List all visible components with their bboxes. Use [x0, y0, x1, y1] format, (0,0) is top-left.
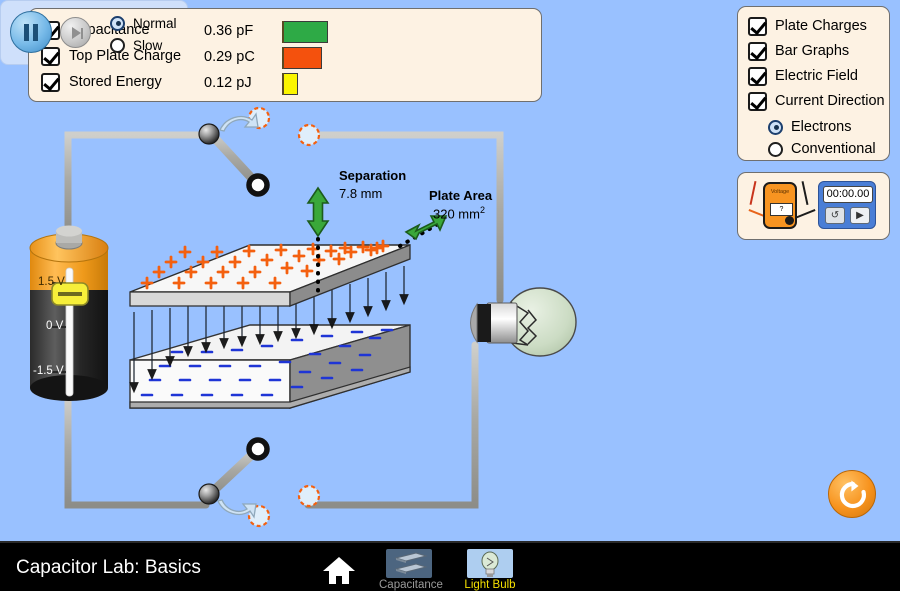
meters-panel: Capacitance 0.36 pF Top Plate Charge 0.2…: [28, 8, 542, 102]
checkbox-bar-graphs[interactable]: Bar Graphs: [748, 40, 849, 62]
separation-arrow: [306, 186, 330, 238]
bar-graphs-label: Bar Graphs: [775, 43, 850, 59]
checkbox-checked-icon: [748, 41, 767, 61]
top-plate-charge-bar-track: [282, 47, 402, 69]
speed-normal-label: Normal: [133, 15, 177, 31]
view-controls-panel: Plate Charges Bar Graphs Electric Field …: [737, 6, 890, 161]
radio-speed-slow[interactable]: Slow: [110, 35, 162, 55]
home-button[interactable]: [322, 555, 356, 585]
top-plate-charge-bar: [284, 47, 322, 69]
tab-capacitance[interactable]: Capacitance: [379, 549, 443, 591]
electric-field-label: Electric Field: [775, 68, 858, 84]
voltmeter-tool[interactable]: Voltage ?: [738, 173, 816, 239]
top-plate-charge-checkbox[interactable]: [41, 46, 60, 66]
pause-icon: [24, 23, 38, 41]
stored-energy-value: 0.12 pJ: [204, 75, 252, 91]
capacitor: [129, 239, 411, 409]
tab-lightbulb-label: Light Bulb: [464, 579, 516, 591]
voltmeter-black-lead-icon: [794, 208, 816, 220]
stopwatch-display: 00:00.00: [823, 186, 873, 203]
stopwatch-reset-button[interactable]: ↺: [825, 207, 845, 224]
plate-area-label: Plate Area: [429, 188, 493, 203]
plate-area-number: 320 mm: [433, 206, 480, 222]
stored-energy-label: Stored Energy: [69, 74, 162, 90]
battery-min-voltage-label: -1.5 V: [33, 365, 64, 377]
stopwatch-tool[interactable]: 00:00.00 ↺ ▶: [818, 181, 876, 229]
reset-circular-arrow-icon: [839, 480, 867, 509]
checkbox-plate-charges[interactable]: Plate Charges: [748, 15, 867, 37]
pause-button[interactable]: [10, 11, 52, 53]
tools-panel: Voltage ? 00:00.00 ↺ ▶: [737, 172, 890, 240]
stored-energy-checkbox[interactable]: [41, 72, 60, 92]
plate-charges-label: Plate Charges: [775, 18, 867, 34]
voltmeter-black-probe-icon: [801, 181, 809, 205]
capacitor-plates-icon: [386, 549, 432, 578]
bottom-switch-pivot: [198, 483, 220, 505]
stopwatch-play-button[interactable]: ▶: [850, 207, 870, 224]
reset-all-button[interactable]: [828, 470, 876, 518]
conventional-label: Conventional: [791, 141, 876, 157]
home-icon: [323, 557, 355, 584]
top-plate-charge-value: 0.29 pC: [204, 49, 255, 65]
simulation-stage: Capacitance 0.36 pF Top Plate Charge 0.2…: [0, 0, 900, 591]
radio-selected-icon: [110, 15, 125, 31]
radio-electrons[interactable]: Electrons: [768, 116, 851, 138]
stored-energy-bar-track: [282, 73, 402, 95]
checkbox-checked-icon: [748, 66, 767, 86]
radio-unselected-icon: [768, 141, 783, 157]
plate-area-exponent: 2: [479, 205, 485, 215]
checkbox-checked-icon: [748, 91, 767, 111]
electrons-label: Electrons: [791, 119, 852, 135]
step-forward-bar-icon: [80, 28, 83, 39]
checkbox-current-direction[interactable]: Current Direction: [748, 90, 885, 112]
plate-area-value: 320 mm2: [433, 205, 485, 221]
voltmeter-icon: Voltage ?: [763, 182, 797, 229]
radio-speed-normal[interactable]: Normal: [110, 13, 177, 33]
checkbox-electric-field[interactable]: Electric Field: [748, 65, 858, 87]
capacitance-bar: [284, 21, 328, 43]
top-switch-pivot: [198, 123, 220, 145]
voltmeter-reading: ?: [770, 203, 793, 216]
voltmeter-red-probe-icon: [749, 181, 757, 205]
light-bulb-icon: [467, 549, 513, 578]
radio-selected-icon: [768, 119, 783, 135]
capacitance-value: 0.36 pF: [204, 23, 254, 39]
battery-max-voltage-label: 1.5 V: [38, 276, 65, 288]
tab-lightbulb[interactable]: Light Bulb: [460, 549, 520, 591]
speed-slow-label: Slow: [133, 37, 163, 53]
checkbox-checked-icon: [748, 16, 767, 36]
separation-label: Separation: [339, 168, 407, 183]
radio-conventional[interactable]: Conventional: [768, 138, 876, 160]
radio-unselected-icon: [110, 37, 125, 53]
separation-value: 7.8 mm: [339, 186, 383, 201]
current-direction-label: Current Direction: [775, 93, 885, 109]
navbar: Capacitor Lab: Basics Capacitance Light …: [0, 541, 900, 591]
sim-title: Capacitor Lab: Basics: [16, 557, 201, 578]
meter-row-stored-energy[interactable]: Stored Energy: [41, 69, 162, 95]
tab-capacitance-label: Capacitance: [379, 579, 443, 591]
stored-energy-bar: [284, 73, 298, 95]
battery-zero-voltage-label: 0 V: [46, 320, 64, 332]
voltmeter-knob-icon: [785, 216, 794, 225]
light-bulb: [470, 287, 577, 357]
voltmeter-title: Voltage: [770, 189, 790, 195]
capacitance-bar-track: [282, 21, 402, 43]
step-forward-button[interactable]: [60, 17, 91, 48]
